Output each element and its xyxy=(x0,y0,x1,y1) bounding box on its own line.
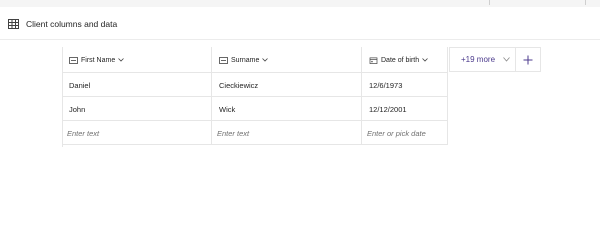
chevron-down-icon xyxy=(262,58,269,62)
new-surname-input[interactable]: Enter text xyxy=(212,121,362,145)
tab-divider xyxy=(585,0,586,5)
cell-first-name[interactable]: John xyxy=(62,97,212,121)
chevron-down-icon xyxy=(118,58,125,62)
cell-date-of-birth[interactable]: 12/6/1973 xyxy=(362,73,448,97)
column-header-first-name[interactable]: First Name xyxy=(62,47,212,73)
cell-surname[interactable]: Wick xyxy=(212,97,362,121)
new-date-of-birth-input[interactable]: Enter or pick date xyxy=(362,121,448,145)
plus-icon xyxy=(523,55,533,64)
cell-surname[interactable]: Cieckiewicz xyxy=(212,73,362,97)
more-columns-button[interactable]: +19 more xyxy=(449,47,515,72)
column-header-date-of-birth[interactable]: Date of birth xyxy=(362,47,448,73)
text-column-icon xyxy=(219,56,228,64)
new-first-name-input[interactable]: Enter text xyxy=(62,121,212,145)
table-icon xyxy=(8,19,19,29)
add-column-button[interactable] xyxy=(515,47,541,72)
new-row: Enter text Enter text Enter or pick date xyxy=(62,121,448,145)
column-header-label: Date of birth xyxy=(381,56,420,64)
section-header: Client columns and data xyxy=(0,8,600,40)
chevron-down-icon xyxy=(503,57,510,62)
header-row: First Name Surname Date of birth xyxy=(62,47,448,73)
chevron-down-icon xyxy=(422,58,428,62)
text-column-icon xyxy=(69,56,78,64)
section-title: Client columns and data xyxy=(26,19,118,29)
table-row: Daniel Cieckiewicz 12/6/1973 xyxy=(62,73,448,97)
column-header-surname[interactable]: Surname xyxy=(212,47,362,73)
cell-first-name[interactable]: Daniel xyxy=(62,73,212,97)
cell-date-of-birth[interactable]: 12/12/2001 xyxy=(362,97,448,121)
top-strip xyxy=(0,0,600,7)
table-row: John Wick 12/12/2001 xyxy=(62,97,448,121)
more-columns-label: +19 more xyxy=(461,55,496,64)
column-header-label: Surname xyxy=(231,56,260,64)
column-header-label: First Name xyxy=(81,56,116,64)
tab-divider xyxy=(489,0,490,5)
calendar-icon xyxy=(369,57,378,64)
